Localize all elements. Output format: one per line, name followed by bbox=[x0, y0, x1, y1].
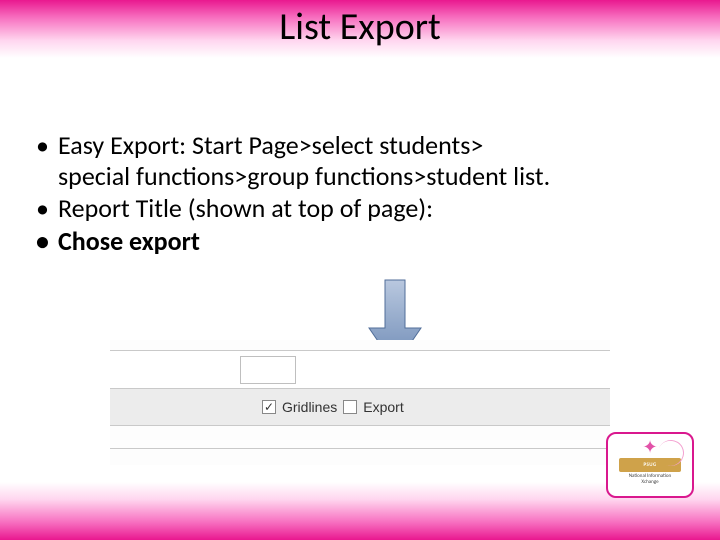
bullet-list: Easy Export: Start Page>select students>… bbox=[30, 130, 690, 259]
screenshot-row-checkboxes: ✓ Gridlines Export bbox=[110, 388, 610, 426]
screenshot-row-input bbox=[110, 350, 610, 388]
psug-logo: ✦ PSUG National Information Xchange bbox=[606, 432, 694, 498]
bullet-3: Chose export bbox=[30, 226, 690, 257]
export-options-screenshot: ✓ Gridlines Export bbox=[110, 340, 610, 465]
export-label: Export bbox=[363, 399, 403, 415]
gridlines-label: Gridlines bbox=[282, 399, 337, 415]
screenshot-divider bbox=[110, 448, 610, 449]
gridlines-checkbox[interactable]: ✓ bbox=[262, 400, 276, 414]
bullet-1-line2: special functions>group functions>studen… bbox=[58, 160, 550, 192]
logo-sub2: Xchange bbox=[641, 479, 658, 485]
export-checkbox[interactable] bbox=[343, 400, 357, 414]
bullet-2: Report Title (shown at top of page): bbox=[30, 193, 690, 224]
text-input[interactable] bbox=[240, 356, 296, 384]
logo-sub: National Information Xchange bbox=[629, 474, 671, 485]
star-icon: ✦ bbox=[642, 438, 657, 456]
bullet-1: Easy Export: Start Page>select students>… bbox=[30, 130, 690, 191]
slide: List Export Easy Export: Start Page>sele… bbox=[0, 0, 720, 540]
page-title: List Export bbox=[0, 4, 720, 50]
bullet-1-line1: Easy Export: Start Page>select students> bbox=[58, 129, 483, 161]
